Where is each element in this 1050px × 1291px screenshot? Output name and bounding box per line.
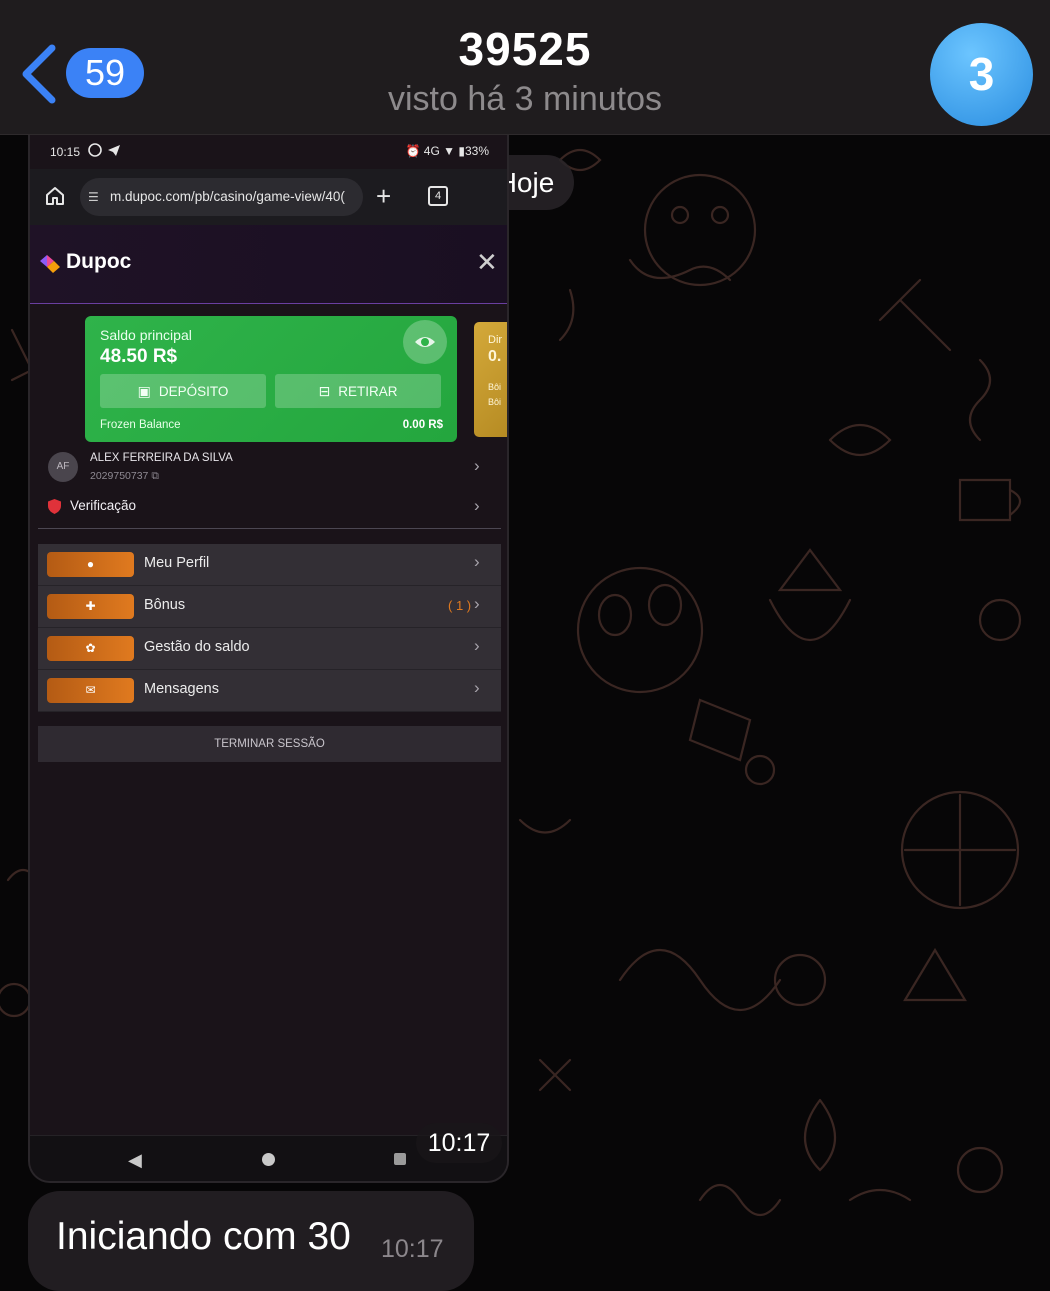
user-account-row: AF ALEX FERREIRA DA SILVA 2029750737 ⧉ › <box>30 448 507 488</box>
side-card-value: 0. <box>488 348 502 365</box>
site-header: Dupoc ✕ <box>30 225 507 304</box>
gift-icon: ✚ <box>47 594 134 619</box>
menu-item-mensagens: ✉ Mensagens › <box>38 670 501 712</box>
settings-icon: ✿ <box>47 636 134 661</box>
menu-item-bonus: ✚ Bônus ( 1 ) › <box>38 586 501 628</box>
notification-icons <box>88 143 122 160</box>
new-tab-icon: + <box>376 181 392 211</box>
wallet-icon: ▣ <box>137 383 151 399</box>
photo-message[interactable]: 10:15 ⏰ 4G ▼ ▮33% ☰ m.dupoc.com/pb/casin… <box>28 135 509 1183</box>
verification-label: Verificação <box>70 498 137 513</box>
user-id: 2029750737 ⧉ <box>90 470 159 483</box>
dupoc-logo-icon <box>40 255 60 273</box>
last-seen-status: visto há 3 minutos <box>387 80 663 118</box>
home-icon <box>46 187 64 205</box>
divider <box>38 528 501 529</box>
user-avatar: AF <box>48 452 78 482</box>
contact-avatar[interactable]: 3 <box>930 23 1033 126</box>
nav-back-icon: ◀ <box>128 1150 142 1170</box>
chevron-right-icon: › <box>474 594 480 613</box>
chevron-right-icon: › <box>474 552 480 571</box>
photo-timestamp: 10:17 <box>416 1123 502 1163</box>
user-name: ALEX FERREIRA DA SILVA <box>90 452 233 464</box>
message-timestamp: 10:17 <box>381 1235 444 1263</box>
eye-icon <box>403 320 447 364</box>
browser-toolbar: ☰ m.dupoc.com/pb/casino/game-view/40( + … <box>30 169 507 225</box>
phone-status-bar: 10:15 ⏰ 4G ▼ ▮33% <box>30 135 507 169</box>
user-icon: ● <box>47 552 134 577</box>
menu-item-label: Mensagens <box>144 681 219 697</box>
close-icon: ✕ <box>476 247 498 277</box>
battery-level: 33% <box>464 144 489 158</box>
chevron-right-icon: › <box>474 636 480 655</box>
menu-item-meu-perfil: ● Meu Perfil › <box>38 544 501 586</box>
chat-title[interactable]: 39525 <box>0 22 1050 76</box>
url-text: m.dupoc.com/pb/casino/game-view/40( <box>110 189 345 204</box>
chevron-right-icon: › <box>474 496 480 515</box>
site-settings-icon: ☰ <box>88 190 99 204</box>
balance-amount: 48.50 R$ <box>100 346 178 367</box>
main-balance-card: Saldo principal 48.50 R$ ▣ DEPÓSITO ⊟ RETI… <box>85 316 457 442</box>
nav-home-icon <box>262 1153 275 1166</box>
signal-label: 4G <box>423 144 440 158</box>
menu-item-gestao-do-saldo: ✿ Gestão do saldo › <box>38 628 501 670</box>
chevron-right-icon: › <box>474 678 480 697</box>
atm-icon: ⊟ <box>318 383 331 399</box>
nav-recents-icon <box>394 1153 406 1165</box>
address-bar: ☰ m.dupoc.com/pb/casino/game-view/40( <box>80 178 363 216</box>
frozen-balance-label: Frozen Balance <box>100 419 181 431</box>
menu-item-label: Bônus <box>144 597 186 613</box>
battery-icon: ▮ <box>458 144 465 158</box>
mail-icon: ✉ <box>47 678 134 703</box>
phone-system-icons: ⏰ 4G ▼ ▮33% <box>405 144 489 158</box>
copy-icon: ⧉ <box>151 470 159 482</box>
withdraw-label: RETIRAR <box>338 384 398 399</box>
bonus-balance-card: Dir 0. Bôi Bôi <box>474 322 507 437</box>
whatsapp-telegram-icon <box>88 143 120 157</box>
chevron-right-icon: › <box>474 456 480 475</box>
frozen-balance-value: 0.00 R$ <box>402 419 443 431</box>
text-message-bubble[interactable]: Iniciando com 30 10:17 <box>28 1191 474 1291</box>
site-logo-text: Dupoc <box>66 250 132 273</box>
menu-item-label: Gestão do saldo <box>144 639 250 655</box>
side-card-line: Bôi <box>488 382 502 392</box>
tab-count-icon: 4 <box>428 186 448 206</box>
withdraw-button: ⊟ RETIRAR <box>275 374 441 408</box>
menu-item-label: Meu Perfil <box>144 555 210 571</box>
phone-time: 10:15 <box>50 145 81 159</box>
bonus-count-badge: ( 1 ) <box>448 598 472 613</box>
alarm-icon: ⏰ <box>405 144 421 158</box>
deposit-label: DEPÓSITO <box>158 384 229 399</box>
user-id-value: 2029750737 <box>90 470 149 482</box>
message-text: Iniciando com 30 <box>56 1215 351 1258</box>
side-card-line: Bôi <box>488 397 502 407</box>
shield-icon <box>48 499 61 514</box>
logout-button: TERMINAR SESSÃO <box>38 726 501 762</box>
chat-header: 59 39525 visto há 3 minutos 3 <box>0 0 1050 135</box>
wifi-icon: ▼ <box>443 144 456 158</box>
side-card-line: Dir <box>488 334 503 346</box>
verification-row: Verificação › <box>30 493 507 523</box>
balance-label: Saldo principal <box>100 327 192 343</box>
deposit-button: ▣ DEPÓSITO <box>100 374 266 408</box>
